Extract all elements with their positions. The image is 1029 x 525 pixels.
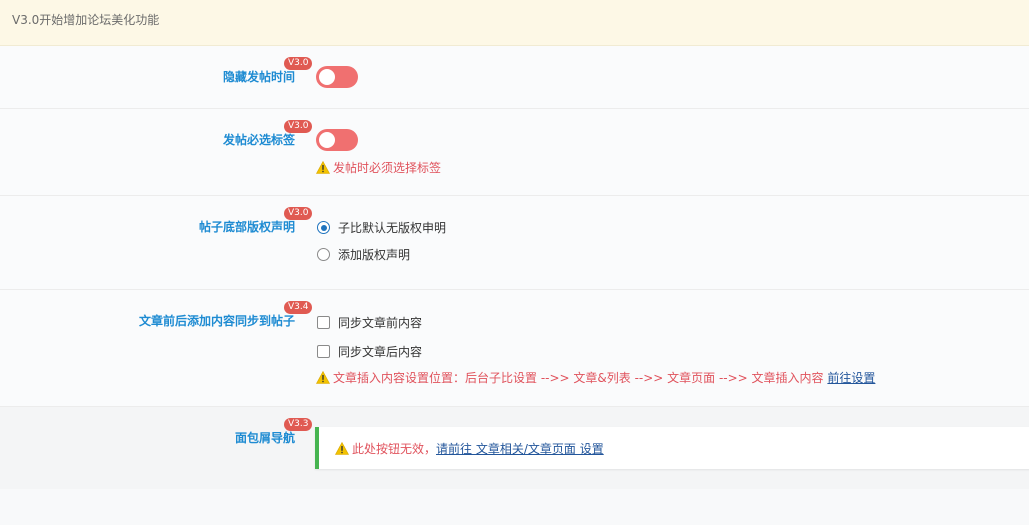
checkbox-sync-before[interactable] xyxy=(317,316,330,329)
setting-article-sync: 文章前后添加内容同步到帖子 V3.4 同步文章前内容 同步文章后内容 文章插入内… xyxy=(0,290,1029,407)
notice-text: V3.0开始增加论坛美化功能 xyxy=(12,13,160,27)
toggle-knob xyxy=(319,132,335,148)
checkbox-label[interactable]: 同步文章前内容 xyxy=(338,314,422,331)
warning-message: 发帖时必须选择标签 xyxy=(316,159,441,176)
version-badge: V3.4 xyxy=(284,301,313,314)
radio-label[interactable]: 添加版权声明 xyxy=(338,246,410,263)
hide-post-time-toggle[interactable] xyxy=(316,66,358,88)
warning-icon xyxy=(316,371,330,384)
checkbox-sync-after[interactable] xyxy=(317,345,330,358)
checkbox-label[interactable]: 同步文章后内容 xyxy=(338,343,422,360)
warning-icon xyxy=(335,442,349,455)
radio-label[interactable]: 子比默认无版权申明 xyxy=(338,219,446,236)
setting-require-tag: 发帖必选标签 V3.0 发帖时必须选择标签 xyxy=(0,109,1029,196)
setting-label: 发帖必选标签 xyxy=(222,133,295,147)
setting-label: 帖子底部版权声明 xyxy=(198,220,295,234)
goto-settings-link[interactable]: 前往设置 xyxy=(827,371,875,385)
setting-label: 文章前后添加内容同步到帖子 xyxy=(138,314,295,328)
warning-icon xyxy=(316,161,330,174)
breadcrumb-callout: 此处按钮无效，请前往 文章相关/文章页面 设置 xyxy=(315,427,1029,469)
setting-copyright: 帖子底部版权声明 V3.0 子比默认无版权申明 添加版权声明 xyxy=(0,196,1029,290)
warning-message: 文章插入内容设置位置：后台子比设置 -->> 文章&列表 -->> 文章页面 -… xyxy=(316,369,875,386)
setting-label: 面包屑导航 xyxy=(234,431,295,445)
version-badge: V3.0 xyxy=(284,207,313,220)
version-badge: V3.0 xyxy=(284,120,313,133)
require-tag-toggle[interactable] xyxy=(316,129,358,151)
notice-bar: V3.0开始增加论坛美化功能 xyxy=(0,0,1029,46)
version-badge: V3.3 xyxy=(284,418,313,431)
radio-add-copyright[interactable] xyxy=(317,248,330,261)
callout-text: 此处按钮无效， xyxy=(352,442,437,456)
toggle-knob xyxy=(319,69,335,85)
goto-article-settings-link[interactable]: 请前往 文章相关/文章页面 设置 xyxy=(436,442,604,456)
setting-hide-post-time: 隐藏发帖时间 V3.0 xyxy=(0,46,1029,109)
setting-label: 隐藏发帖时间 xyxy=(222,70,295,84)
radio-default-no-copyright[interactable] xyxy=(317,221,330,234)
callout-message: 此处按钮无效，请前往 文章相关/文章页面 设置 xyxy=(335,440,604,457)
warning-text: 发帖时必须选择标签 xyxy=(333,161,442,175)
version-badge: V3.0 xyxy=(284,57,313,70)
warning-text: 文章插入内容设置位置：后台子比设置 -->> 文章&列表 -->> 文章页面 -… xyxy=(333,371,824,385)
